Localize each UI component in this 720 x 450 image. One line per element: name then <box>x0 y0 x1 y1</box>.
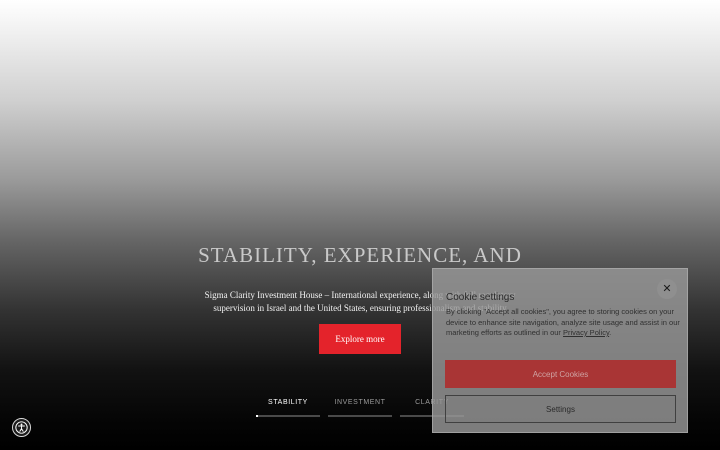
explore-more-button[interactable]: Explore more <box>319 324 401 354</box>
cookie-settings-button[interactable]: Settings <box>445 395 676 423</box>
cookie-text-end: . <box>609 328 612 337</box>
tab-investment[interactable]: INVESTMENT <box>328 399 392 417</box>
tab-progress-bar <box>328 415 392 417</box>
close-icon[interactable]: ✕ <box>657 279 677 299</box>
hero-title: STABILITY, EXPERIENCE, AND <box>198 243 522 267</box>
accept-cookies-button[interactable]: Accept Cookies <box>445 360 676 388</box>
tab-progress-bar <box>256 415 320 417</box>
cookie-settings-dialog: ✕ Cookie settings By clicking "Accept al… <box>432 268 688 433</box>
cookie-description: By clicking "Accept all cookies", you ag… <box>446 307 681 339</box>
accessibility-button[interactable] <box>12 418 31 437</box>
privacy-policy-link[interactable]: Privacy Policy <box>563 328 609 337</box>
accessibility-icon <box>15 421 28 434</box>
cookie-title: Cookie settings <box>446 292 515 303</box>
tab-stability[interactable]: STABILITY <box>256 399 320 417</box>
tab-label: INVESTMENT <box>334 399 386 406</box>
tab-label: STABILITY <box>268 399 308 406</box>
tab-progress-fill <box>256 415 258 417</box>
